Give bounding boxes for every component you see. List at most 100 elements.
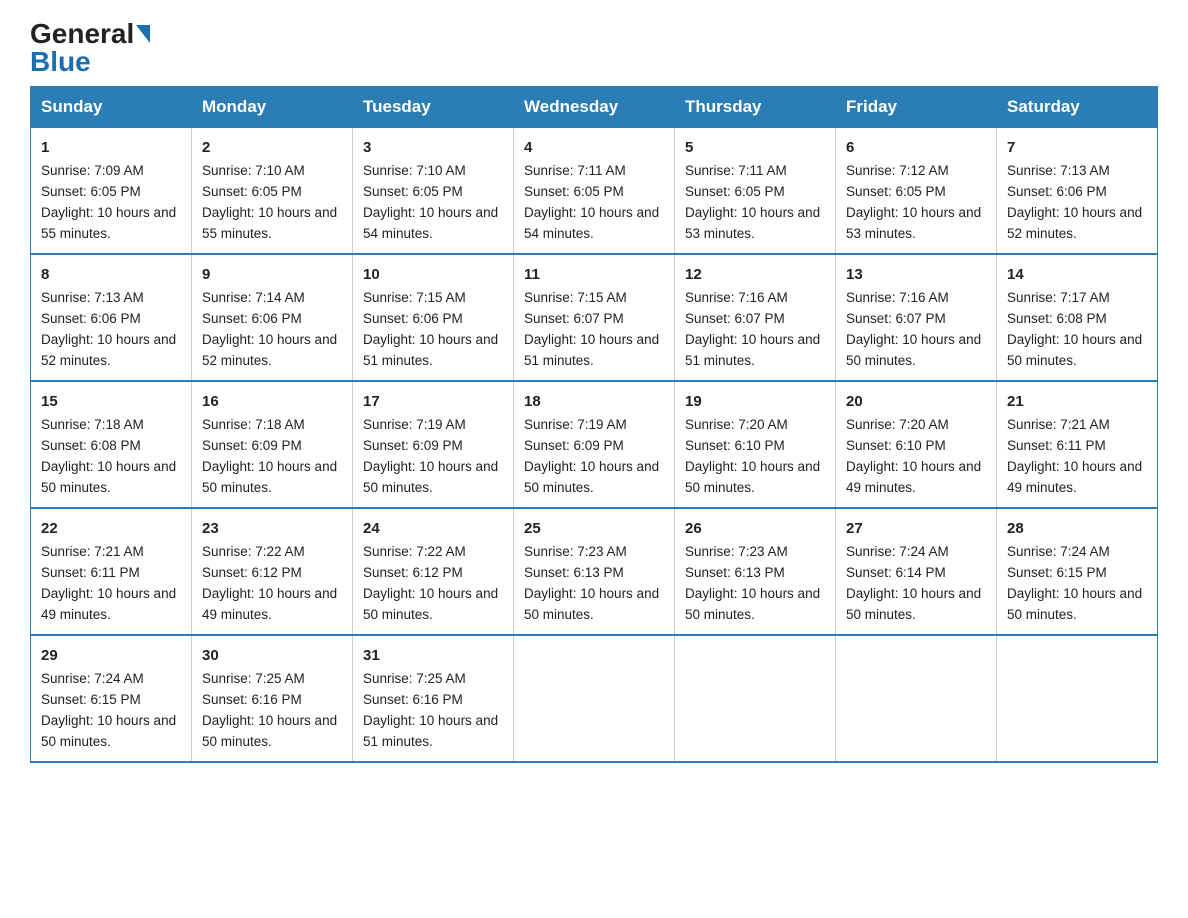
day-number: 23	[202, 517, 342, 540]
day-info: Sunrise: 7:23 AMSunset: 6:13 PMDaylight:…	[524, 544, 659, 622]
calendar-cell: 28Sunrise: 7:24 AMSunset: 6:15 PMDayligh…	[997, 508, 1158, 635]
day-info: Sunrise: 7:15 AMSunset: 6:06 PMDaylight:…	[363, 290, 498, 368]
day-number: 18	[524, 390, 664, 413]
day-number: 11	[524, 263, 664, 286]
calendar-cell: 11 Sunrise: 7:15 AMSunset: 6:07 PMDayligh…	[514, 254, 675, 381]
day-info: Sunrise: 7:15 AMSunset: 6:07 PMDaylight:…	[524, 290, 659, 368]
day-info: Sunrise: 7:24 AMSunset: 6:15 PMDaylight:…	[1007, 544, 1142, 622]
calendar-cell: 29Sunrise: 7:24 AMSunset: 6:15 PMDayligh…	[31, 635, 192, 762]
day-info: Sunrise: 7:19 AMSunset: 6:09 PMDaylight:…	[524, 417, 659, 495]
calendar-cell	[997, 635, 1158, 762]
day-info: Sunrise: 7:20 AMSunset: 6:10 PMDaylight:…	[846, 417, 981, 495]
logo: General Blue	[30, 20, 150, 76]
day-info: Sunrise: 7:20 AMSunset: 6:10 PMDaylight:…	[685, 417, 820, 495]
calendar-cell: 13 Sunrise: 7:16 AMSunset: 6:07 PMDayligh…	[836, 254, 997, 381]
day-info: Sunrise: 7:10 AMSunset: 6:05 PMDaylight:…	[363, 163, 498, 241]
day-info: Sunrise: 7:12 AMSunset: 6:05 PMDaylight:…	[846, 163, 981, 241]
calendar-cell: 14Sunrise: 7:17 AMSunset: 6:08 PMDayligh…	[997, 254, 1158, 381]
calendar-week-row: 22 Sunrise: 7:21 AMSunset: 6:11 PMDayligh…	[31, 508, 1158, 635]
day-number: 13	[846, 263, 986, 286]
calendar-cell: 10 Sunrise: 7:15 AMSunset: 6:06 PMDayligh…	[353, 254, 514, 381]
day-info: Sunrise: 7:16 AMSunset: 6:07 PMDaylight:…	[685, 290, 820, 368]
day-number: 9	[202, 263, 342, 286]
day-info: Sunrise: 7:24 AMSunset: 6:14 PMDaylight:…	[846, 544, 981, 622]
day-number: 27	[846, 517, 986, 540]
calendar-cell: 9Sunrise: 7:14 AMSunset: 6:06 PMDaylight…	[192, 254, 353, 381]
column-header-sunday: Sunday	[31, 87, 192, 128]
day-number: 29	[41, 644, 181, 667]
calendar-cell	[836, 635, 997, 762]
calendar-week-row: 15 Sunrise: 7:18 AMSunset: 6:08 PMDayligh…	[31, 381, 1158, 508]
day-info: Sunrise: 7:11 AMSunset: 6:05 PMDaylight:…	[685, 163, 820, 241]
calendar-cell: 20Sunrise: 7:20 AMSunset: 6:10 PMDayligh…	[836, 381, 997, 508]
calendar-cell: 12 Sunrise: 7:16 AMSunset: 6:07 PMDayligh…	[675, 254, 836, 381]
column-header-wednesday: Wednesday	[514, 87, 675, 128]
column-header-monday: Monday	[192, 87, 353, 128]
day-number: 17	[363, 390, 503, 413]
calendar-cell: 22 Sunrise: 7:21 AMSunset: 6:11 PMDayligh…	[31, 508, 192, 635]
day-number: 21	[1007, 390, 1147, 413]
calendar-week-row: 29Sunrise: 7:24 AMSunset: 6:15 PMDayligh…	[31, 635, 1158, 762]
day-number: 7	[1007, 136, 1147, 159]
calendar-cell: 26 Sunrise: 7:23 AMSunset: 6:13 PMDayligh…	[675, 508, 836, 635]
day-info: Sunrise: 7:21 AMSunset: 6:11 PMDaylight:…	[1007, 417, 1142, 495]
calendar-cell: 27 Sunrise: 7:24 AMSunset: 6:14 PMDayligh…	[836, 508, 997, 635]
day-number: 16	[202, 390, 342, 413]
day-number: 22	[41, 517, 181, 540]
day-info: Sunrise: 7:19 AMSunset: 6:09 PMDaylight:…	[363, 417, 498, 495]
column-header-saturday: Saturday	[997, 87, 1158, 128]
day-number: 1	[41, 136, 181, 159]
calendar-cell: 5 Sunrise: 7:11 AMSunset: 6:05 PMDaylight…	[675, 128, 836, 254]
day-info: Sunrise: 7:23 AMSunset: 6:13 PMDaylight:…	[685, 544, 820, 622]
calendar-cell: 1Sunrise: 7:09 AMSunset: 6:05 PMDaylight…	[31, 128, 192, 254]
calendar-cell	[514, 635, 675, 762]
calendar-week-row: 1Sunrise: 7:09 AMSunset: 6:05 PMDaylight…	[31, 128, 1158, 254]
calendar-week-row: 8Sunrise: 7:13 AMSunset: 6:06 PMDaylight…	[31, 254, 1158, 381]
column-header-thursday: Thursday	[675, 87, 836, 128]
calendar-cell: 15 Sunrise: 7:18 AMSunset: 6:08 PMDayligh…	[31, 381, 192, 508]
calendar-cell: 31Sunrise: 7:25 AMSunset: 6:16 PMDayligh…	[353, 635, 514, 762]
calendar-cell: 16 Sunrise: 7:18 AMSunset: 6:09 PMDayligh…	[192, 381, 353, 508]
calendar-cell: 6 Sunrise: 7:12 AMSunset: 6:05 PMDaylight…	[836, 128, 997, 254]
day-number: 4	[524, 136, 664, 159]
day-info: Sunrise: 7:16 AMSunset: 6:07 PMDaylight:…	[846, 290, 981, 368]
calendar-cell: 25 Sunrise: 7:23 AMSunset: 6:13 PMDayligh…	[514, 508, 675, 635]
calendar-header-row: SundayMondayTuesdayWednesdayThursdayFrid…	[31, 87, 1158, 128]
day-number: 26	[685, 517, 825, 540]
day-info: Sunrise: 7:21 AMSunset: 6:11 PMDaylight:…	[41, 544, 176, 622]
day-number: 5	[685, 136, 825, 159]
day-info: Sunrise: 7:10 AMSunset: 6:05 PMDaylight:…	[202, 163, 337, 241]
day-number: 25	[524, 517, 664, 540]
day-info: Sunrise: 7:11 AMSunset: 6:05 PMDaylight:…	[524, 163, 659, 241]
calendar-cell: 24 Sunrise: 7:22 AMSunset: 6:12 PMDayligh…	[353, 508, 514, 635]
calendar-cell: 21 Sunrise: 7:21 AMSunset: 6:11 PMDayligh…	[997, 381, 1158, 508]
calendar-cell: 3Sunrise: 7:10 AMSunset: 6:05 PMDaylight…	[353, 128, 514, 254]
day-number: 12	[685, 263, 825, 286]
day-info: Sunrise: 7:22 AMSunset: 6:12 PMDaylight:…	[363, 544, 498, 622]
day-info: Sunrise: 7:18 AMSunset: 6:09 PMDaylight:…	[202, 417, 337, 495]
day-number: 19	[685, 390, 825, 413]
day-number: 14	[1007, 263, 1147, 286]
calendar-cell	[675, 635, 836, 762]
day-number: 10	[363, 263, 503, 286]
logo-blue-text: Blue	[30, 48, 91, 76]
day-number: 24	[363, 517, 503, 540]
calendar-table: SundayMondayTuesdayWednesdayThursdayFrid…	[30, 86, 1158, 763]
day-info: Sunrise: 7:18 AMSunset: 6:08 PMDaylight:…	[41, 417, 176, 495]
page-header: General Blue	[30, 20, 1158, 76]
day-info: Sunrise: 7:25 AMSunset: 6:16 PMDaylight:…	[202, 671, 337, 749]
day-info: Sunrise: 7:25 AMSunset: 6:16 PMDaylight:…	[363, 671, 498, 749]
calendar-cell: 17 Sunrise: 7:19 AMSunset: 6:09 PMDayligh…	[353, 381, 514, 508]
day-number: 15	[41, 390, 181, 413]
day-info: Sunrise: 7:22 AMSunset: 6:12 PMDaylight:…	[202, 544, 337, 622]
day-number: 6	[846, 136, 986, 159]
day-info: Sunrise: 7:13 AMSunset: 6:06 PMDaylight:…	[1007, 163, 1142, 241]
calendar-cell: 19 Sunrise: 7:20 AMSunset: 6:10 PMDayligh…	[675, 381, 836, 508]
calendar-cell: 8Sunrise: 7:13 AMSunset: 6:06 PMDaylight…	[31, 254, 192, 381]
day-number: 8	[41, 263, 181, 286]
day-number: 2	[202, 136, 342, 159]
calendar-cell: 18 Sunrise: 7:19 AMSunset: 6:09 PMDayligh…	[514, 381, 675, 508]
logo-general-text: General	[30, 20, 134, 48]
day-number: 30	[202, 644, 342, 667]
calendar-cell: 2 Sunrise: 7:10 AMSunset: 6:05 PMDaylight…	[192, 128, 353, 254]
